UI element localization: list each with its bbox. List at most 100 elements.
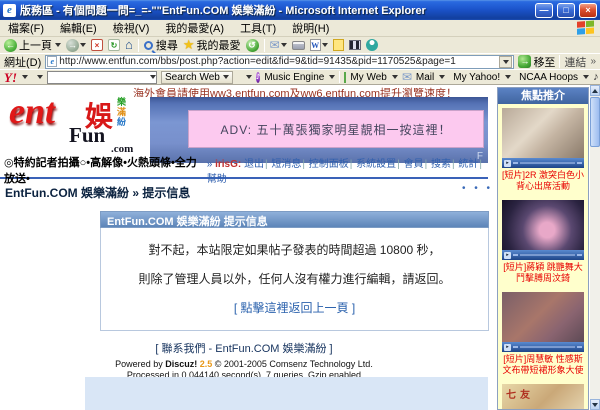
discuz-version: 2.5 bbox=[200, 359, 213, 369]
video-caption[interactable]: [短片]周慧敏 性感斯文布帶短裙形象大使 bbox=[498, 352, 588, 380]
play-icon[interactable]: ▸ bbox=[504, 160, 511, 167]
volume-icon bbox=[577, 162, 582, 164]
address-input-box: e bbox=[45, 55, 514, 69]
scroll-down-button[interactable] bbox=[590, 399, 600, 410]
user-prefix: » bbox=[207, 159, 213, 170]
video-thumbnail[interactable]: ▸ bbox=[502, 108, 584, 168]
search-button[interactable]: 搜尋 bbox=[144, 37, 178, 53]
chevron-down-icon bbox=[223, 75, 229, 79]
breadcrumb-dots: • • • bbox=[462, 183, 493, 194]
video-caption[interactable]: [短片]蔣穎 跳艷舞大鬥擊膊周汶錡 bbox=[498, 260, 588, 288]
menu-edit[interactable]: 編輯(E) bbox=[52, 19, 105, 37]
pencil-icon[interactable] bbox=[31, 76, 33, 78]
media-player-bar: ▸ bbox=[502, 342, 584, 352]
yahoo-search-input[interactable] bbox=[48, 72, 149, 83]
menu-view[interactable]: 檢視(V) bbox=[105, 19, 158, 37]
mail-button[interactable]: ✉ bbox=[270, 38, 287, 52]
search-web-label: Search Web bbox=[165, 72, 220, 83]
toolbar-separator bbox=[138, 39, 139, 52]
scroll-up-button[interactable] bbox=[590, 85, 600, 96]
volume-icon bbox=[577, 254, 582, 256]
forward-button[interactable]: → bbox=[66, 39, 86, 52]
seek-track[interactable] bbox=[520, 162, 575, 164]
my-web-label[interactable]: My Web bbox=[350, 72, 387, 83]
yahoo-mail-label[interactable]: Mail bbox=[416, 72, 434, 83]
powered-by-line: Powered by Discuz! 2.5 © 2001-2005 Comse… bbox=[0, 359, 488, 370]
go-back-link[interactable]: [ 點擊這裡返回上一頁 ] bbox=[234, 301, 355, 315]
print-button[interactable] bbox=[292, 41, 305, 50]
seek-track[interactable] bbox=[520, 346, 575, 348]
refresh-button[interactable]: ↻ bbox=[108, 39, 120, 51]
featured-sidebar: 焦點推介 ▸ [短片]2R 激突白色小背心出席活動 bbox=[497, 87, 589, 410]
home-button[interactable]: ⌂ bbox=[125, 39, 133, 51]
browser-window: e 版務區 - 有個問題一問=_=-""EntFun.COM 娛樂滿紛 - Mi… bbox=[0, 0, 600, 410]
nav-link-stats[interactable]: 統計 bbox=[458, 159, 478, 170]
chevron-down-icon[interactable] bbox=[37, 75, 43, 79]
nav-link-control-panel[interactable]: 控制面板 bbox=[309, 159, 349, 170]
menu-tools[interactable]: 工具(T) bbox=[232, 19, 284, 37]
pencil-icon[interactable] bbox=[236, 76, 238, 78]
adv-banner-link[interactable]: ADV: 五十萬張獨家明星靚相一按這裡！ bbox=[188, 110, 484, 148]
address-input[interactable] bbox=[59, 56, 499, 68]
forward-icon: → bbox=[66, 39, 79, 52]
seek-track[interactable] bbox=[520, 254, 575, 256]
music-engine-label[interactable]: Music Engine bbox=[264, 72, 324, 83]
chevron-down-icon bbox=[281, 43, 287, 47]
logo-ent-text: ent bbox=[9, 93, 55, 129]
video-caption[interactable]: [短片]2R 激突白色小背心出席活動 bbox=[498, 168, 588, 196]
list-item[interactable]: ▸ [短片]2R 激突白色小背心出席活動 bbox=[498, 104, 588, 196]
nav-link-help[interactable]: 幫助 bbox=[207, 174, 227, 185]
search-web-button[interactable]: Search Web bbox=[161, 71, 233, 84]
note-icon-button[interactable] bbox=[333, 39, 344, 51]
links-label[interactable]: 連結 bbox=[564, 54, 586, 70]
menu-help[interactable]: 說明(H) bbox=[284, 19, 337, 37]
notice-panel-body: 對不起，本站限定如果帖子發表的時間超過 10800 秒， 則除了管理人員以外，任… bbox=[100, 228, 489, 331]
play-icon[interactable]: ▸ bbox=[504, 252, 511, 259]
nav-link-messages[interactable]: 短消息 bbox=[271, 159, 301, 170]
search-icon bbox=[144, 41, 153, 50]
thumbnail-image bbox=[502, 200, 584, 250]
contact-link[interactable]: [ 聯系我們 - EntFun.COM 娛樂滿紛 ] bbox=[0, 340, 488, 356]
address-dropdown-button[interactable] bbox=[499, 56, 512, 68]
discuss-icon-button[interactable] bbox=[349, 40, 361, 50]
list-item[interactable]: 七友 ▸ bbox=[498, 380, 588, 410]
promo-tagline: ◎特約記者拍攝○•高解像•火熱頭條•全力放送• bbox=[4, 154, 207, 186]
play-icon[interactable]: ▸ bbox=[504, 344, 511, 351]
list-item[interactable]: ▸ [短片]周慧敏 性感斯文布帶短裙形象大使 bbox=[498, 288, 588, 380]
menu-bar: 檔案(F) 編輯(E) 檢視(V) 我的最愛(A) 工具(T) 說明(H) bbox=[0, 20, 600, 37]
vertical-scrollbar[interactable] bbox=[590, 85, 600, 410]
ncaa-hoops-label[interactable]: NCAA Hoops bbox=[519, 72, 578, 83]
minimize-button[interactable]: — bbox=[535, 3, 553, 18]
edit-with-word-button[interactable]: W bbox=[310, 39, 328, 51]
discuz-brand: Discuz! bbox=[165, 359, 197, 369]
links-overflow[interactable]: » bbox=[590, 56, 596, 67]
music-engine-icon: ♪ bbox=[256, 72, 260, 83]
back-button[interactable]: ← 上一頁 bbox=[4, 37, 61, 53]
favorites-button[interactable]: ★ 我的最愛 bbox=[183, 37, 241, 53]
yahoo-logo[interactable]: Y! bbox=[4, 71, 17, 84]
video-thumbnail[interactable]: ▸ bbox=[502, 292, 584, 352]
toolbar-separator bbox=[339, 71, 340, 83]
menu-file[interactable]: 檔案(F) bbox=[0, 19, 52, 37]
messenger-icon-button[interactable] bbox=[366, 39, 378, 51]
video-thumbnail[interactable]: 七友 ▸ bbox=[502, 384, 584, 410]
list-item[interactable]: ▸ [短片]蔣穎 跳艷舞大鬥擊膊周汶錡 bbox=[498, 196, 588, 288]
close-button[interactable]: × bbox=[579, 3, 597, 18]
restore-button[interactable]: □ bbox=[557, 3, 575, 18]
chevron-down-icon[interactable] bbox=[22, 75, 28, 79]
windows-flag-icon bbox=[577, 20, 597, 35]
video-thumbnail[interactable]: ▸ bbox=[502, 200, 584, 260]
go-button[interactable]: → 移至 bbox=[518, 54, 555, 70]
volume-icon bbox=[577, 346, 582, 348]
nav-link-logout[interactable]: 退出 bbox=[244, 159, 264, 170]
nav-link-search[interactable]: 搜索 bbox=[431, 159, 451, 170]
nav-link-members[interactable]: 會員 bbox=[404, 159, 424, 170]
scrollbar-thumb[interactable] bbox=[590, 97, 600, 147]
history-button[interactable]: ↺ bbox=[246, 39, 259, 52]
go-label: 移至 bbox=[533, 54, 555, 70]
stop-button[interactable]: × bbox=[91, 39, 103, 51]
menu-favorites[interactable]: 我的最愛(A) bbox=[157, 19, 232, 37]
nav-link-settings[interactable]: 系統設置 bbox=[356, 159, 396, 170]
chevron-down-icon bbox=[246, 75, 252, 79]
my-yahoo-label[interactable]: My Yahoo! bbox=[453, 72, 500, 83]
